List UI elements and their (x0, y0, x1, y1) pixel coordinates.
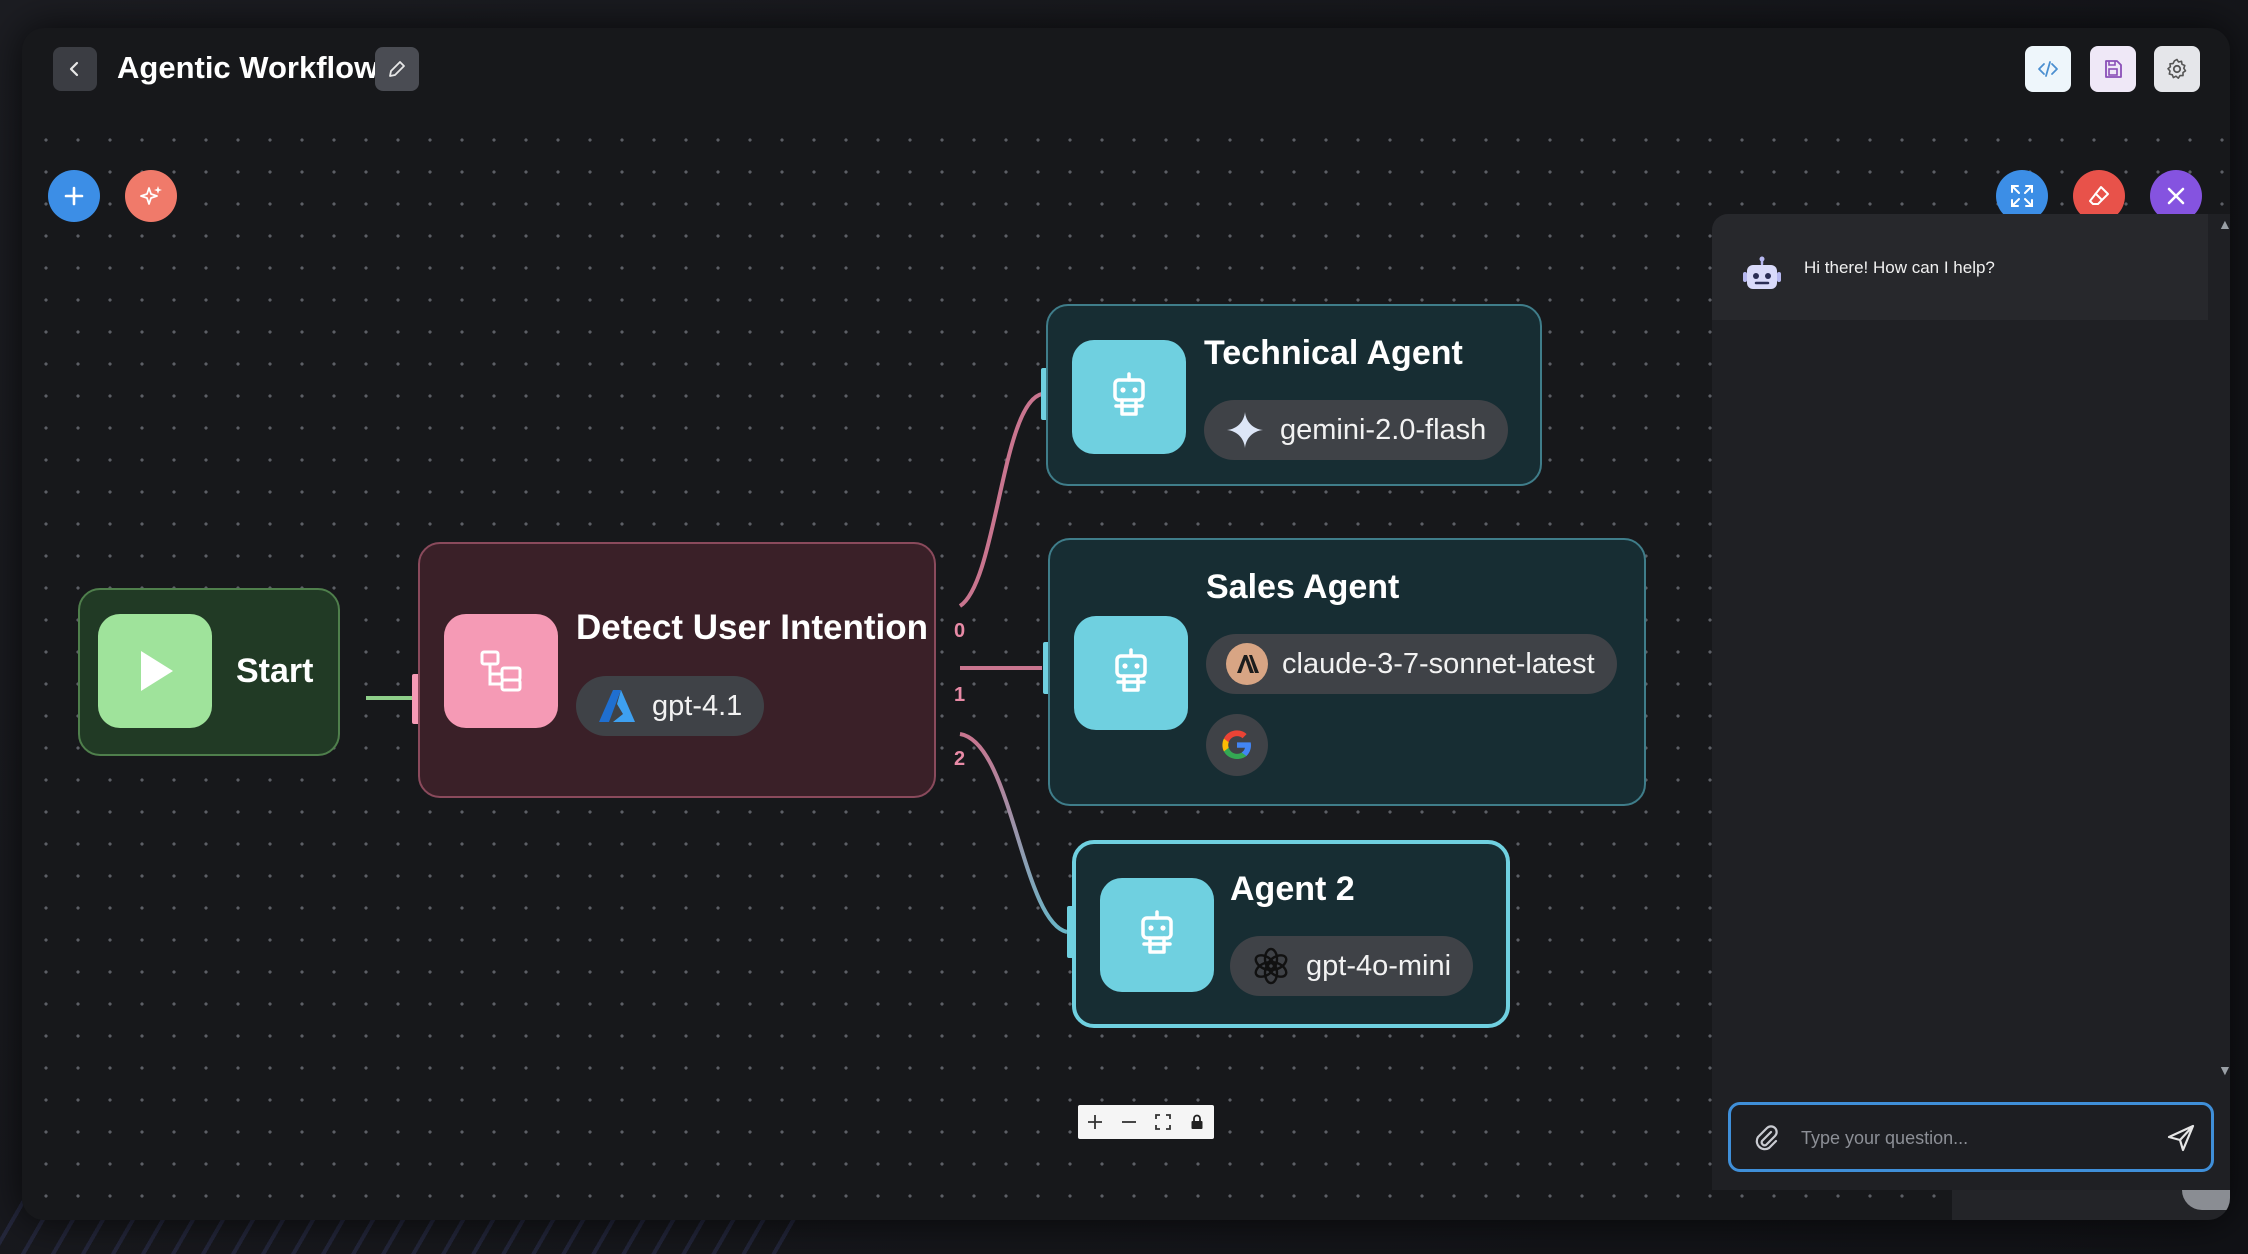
close-icon (2167, 187, 2185, 205)
top-bar: Agentic Workflow (22, 28, 2230, 112)
technical-node-title: Technical Agent (1204, 334, 1463, 372)
technical-model-pill[interactable]: gemini-2.0-flash (1204, 400, 1509, 460)
fit-view-icon (1155, 1114, 1171, 1130)
pencil-icon (389, 61, 405, 77)
detect-intention-node[interactable]: Detect User Intention gpt-4.1 (418, 542, 936, 798)
floppy-disk-icon (2105, 60, 2122, 78)
anthropic-icon (1226, 643, 1268, 685)
lock-icon (1191, 1114, 1203, 1129)
agent2-icon (1100, 878, 1214, 992)
google-icon (1222, 730, 1251, 759)
fit-view-button[interactable] (1149, 1108, 1177, 1136)
workflow-window: Agentic Workflow 0 1 2 Start Detect User… (22, 28, 2230, 1220)
router-node-icon (444, 614, 558, 728)
chat-message: Hi there! How can I help? (1712, 214, 2208, 320)
edge-label-2: 2 (954, 748, 966, 770)
expand-icon (2011, 185, 2033, 207)
edge-label-1: 1 (954, 684, 966, 706)
scroll-down-arrow[interactable]: ▼ (2218, 1062, 2230, 1078)
bot-avatar-icon (1740, 256, 1784, 296)
sales-node-title: Sales Agent (1206, 568, 1400, 606)
chevron-left-icon (69, 61, 79, 77)
detect-node-title: Detect User Intention (576, 608, 928, 647)
lock-button[interactable] (1183, 1108, 1211, 1136)
page-title: Agentic Workflow (117, 50, 379, 85)
agent2-node-title: Agent 2 (1230, 870, 1355, 908)
agent-2-node[interactable]: Agent 2 gpt-4o-mini (1072, 840, 1510, 1028)
minus-icon (1122, 1121, 1136, 1123)
code-icon (2038, 61, 2058, 77)
google-tool-badge[interactable] (1206, 714, 1268, 776)
sales-model-label: claude-3-7-sonnet-latest (1282, 647, 1595, 680)
start-node-icon (98, 614, 212, 728)
chat-question-input[interactable] (1801, 1123, 2151, 1153)
gear-icon (2167, 58, 2187, 79)
zoom-in-button[interactable] (1081, 1108, 1109, 1136)
openai-icon (1250, 945, 1292, 987)
technical-agent-icon (1072, 340, 1186, 454)
agent2-model-label: gpt-4o-mini (1306, 949, 1452, 982)
scroll-up-arrow[interactable]: ▲ (2218, 216, 2230, 232)
technical-model-label: gemini-2.0-flash (1280, 413, 1487, 446)
send-icon[interactable] (2165, 1122, 2197, 1154)
settings-button[interactable] (2154, 46, 2200, 92)
edge-detect-technical (958, 392, 1043, 608)
robot-icon (1141, 910, 1173, 954)
detect-model-label: gpt-4.1 (652, 689, 743, 722)
edit-title-button[interactable] (375, 47, 419, 91)
chat-input-box (1728, 1102, 2214, 1172)
azure-icon (596, 685, 638, 727)
zoom-out-button[interactable] (1115, 1108, 1143, 1136)
sales-model-pill[interactable]: claude-3-7-sonnet-latest (1206, 634, 1617, 694)
sales-agent-node[interactable]: Sales Agent claude-3-7-sonnet-latest (1048, 538, 1646, 806)
detect-model-pill[interactable]: gpt-4.1 (576, 676, 765, 736)
agent2-model-pill[interactable]: gpt-4o-mini (1230, 936, 1474, 996)
technical-agent-node[interactable]: Technical Agent gemini-2.0-flash (1046, 304, 1542, 486)
back-button[interactable] (53, 47, 97, 91)
chat-message-text: Hi there! How can I help? (1804, 258, 1995, 277)
canvas-controls (1078, 1105, 1214, 1139)
save-button[interactable] (2090, 46, 2136, 92)
chat-panel: Hi there! How can I help? (1712, 214, 2230, 1190)
eraser-icon (2089, 186, 2109, 205)
robot-icon (1113, 372, 1145, 416)
plus-icon (1088, 1115, 1102, 1129)
robot-icon (1115, 648, 1147, 692)
paperclip-icon[interactable] (1751, 1123, 1781, 1153)
start-node[interactable]: Start (78, 588, 340, 756)
router-icon (480, 650, 522, 692)
play-icon (141, 651, 173, 691)
sales-agent-icon (1074, 616, 1188, 730)
code-button[interactable] (2025, 46, 2071, 92)
gemini-icon (1224, 409, 1266, 451)
start-node-label: Start (236, 652, 314, 690)
edge-label-0: 0 (954, 620, 966, 642)
